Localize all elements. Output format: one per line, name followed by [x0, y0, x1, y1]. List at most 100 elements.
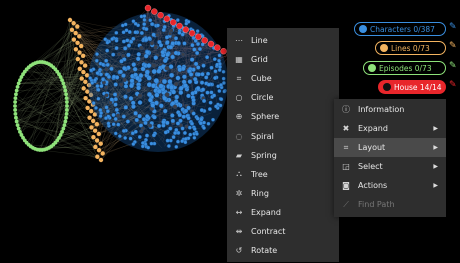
character-node: [187, 79, 193, 84]
house-node: [169, 19, 177, 26]
layout-item-tree[interactable]: ⛬ Tree: [227, 165, 339, 184]
character-node: [143, 53, 149, 59]
character-node: [148, 97, 153, 103]
layout-item-contract[interactable]: ⇹ Contract: [227, 222, 339, 241]
character-node: [200, 72, 205, 77]
character-node: [192, 76, 198, 82]
character-node: [95, 71, 100, 76]
edit-pen-icon[interactable]: ✎: [449, 80, 457, 90]
character-portrait-node: [180, 52, 186, 57]
tree-icon: ⛬: [236, 169, 242, 179]
context-item-information[interactable]: ⓘ Information: [334, 100, 446, 119]
character-node: [109, 66, 114, 71]
context-item-actions[interactable]: ◙ Actions ▶: [334, 176, 446, 195]
character-node: [113, 131, 118, 136]
character-node: [111, 52, 116, 57]
edit-pen-icon[interactable]: ✎: [449, 22, 457, 32]
character-node: [183, 140, 188, 145]
filter-pill-3[interactable]: House 14/14: [378, 80, 446, 94]
house-node: [195, 33, 202, 40]
character-node: [144, 114, 150, 119]
filter-pill-1[interactable]: Lines 0/73: [375, 41, 446, 55]
layout-item-grid[interactable]: ▦ Grid: [227, 50, 339, 69]
line-node: [82, 63, 88, 68]
context-item-select[interactable]: ◲ Select ▶: [334, 157, 446, 176]
layout-submenu: ⋯ Line ▦ Grid ⌗ Cube ○ Circle ⊕ Sphere ◌ Spiral ▰ Spr…: [227, 28, 339, 262]
character-node: [217, 89, 222, 93]
character-node: [136, 85, 141, 91]
character-node: [162, 58, 168, 64]
character-node: [133, 111, 138, 116]
character-node: [168, 44, 174, 50]
filter-pill-2[interactable]: Episodes 0/73: [363, 61, 446, 75]
character-node: [195, 116, 200, 121]
character-node: [127, 30, 132, 34]
character-node: [153, 78, 159, 84]
layout-item-circle[interactable]: ○ Circle: [227, 88, 339, 107]
character-node: [162, 24, 167, 29]
character-node: [126, 52, 131, 58]
line-node: [96, 131, 101, 137]
character-node: [135, 56, 141, 62]
episode-node: [64, 96, 69, 101]
character-node: [134, 117, 139, 123]
layout-icon: ⌗: [343, 142, 349, 152]
layout-item-spring[interactable]: ▰ Spring: [227, 146, 339, 165]
character-node: [142, 17, 147, 22]
legend-dot-icon: [359, 25, 367, 33]
filter-label: House 14/14: [394, 82, 442, 92]
character-node: [111, 113, 116, 118]
house-node: [214, 44, 221, 51]
character-node: [212, 57, 217, 62]
line-node: [75, 40, 80, 45]
character-portrait-node: [126, 88, 131, 93]
character-node: [156, 123, 162, 129]
layout-item-cube[interactable]: ⌗ Cube: [227, 69, 339, 88]
character-node: [213, 76, 218, 80]
character-node: [171, 135, 176, 140]
layout-item-ring[interactable]: ✲ Ring: [227, 184, 339, 203]
layout-item-sphere[interactable]: ⊕ Sphere: [227, 107, 339, 126]
edit-pen-icon[interactable]: ✎: [449, 61, 457, 71]
line-node: [75, 56, 81, 62]
line-node: [69, 27, 75, 32]
layout-item-label: Cube: [251, 74, 272, 84]
edge-line: [16, 29, 73, 122]
character-node: [104, 58, 109, 63]
context-item-layout[interactable]: ⌗ Layout ▶: [334, 138, 446, 157]
episode-node: [13, 96, 18, 101]
line-node: [80, 53, 86, 59]
character-node: [207, 107, 212, 112]
context-item-label: Layout: [358, 143, 386, 152]
character-node: [182, 130, 187, 135]
layout-item-spiral[interactable]: ◌ Spiral: [227, 127, 339, 146]
context-item-expand[interactable]: ✖ Expand ▶: [334, 119, 446, 138]
edit-pen-icon[interactable]: ✎: [449, 41, 457, 51]
episode-node: [14, 119, 19, 124]
layout-item-line[interactable]: ⋯ Line: [227, 31, 339, 50]
character-node: [195, 86, 201, 91]
character-node: [121, 129, 126, 133]
sphere-icon: ⊕: [235, 112, 243, 122]
episode-node: [14, 115, 18, 120]
filter-label: Characters 0/387: [370, 24, 435, 34]
episode-node: [60, 78, 64, 83]
character-node: [139, 30, 144, 36]
character-node: [106, 74, 112, 79]
episode-node: [14, 88, 19, 93]
character-node: [144, 69, 150, 75]
layout-item-expand[interactable]: ↔ Expand: [227, 203, 339, 222]
character-portrait-node: [104, 67, 109, 72]
layout-item-label: Sphere: [251, 112, 280, 122]
layout-item-rotate[interactable]: ↺ Rotate: [227, 241, 339, 260]
episode-node: [14, 92, 18, 97]
episode-node: [16, 126, 21, 131]
character-node: [193, 61, 199, 67]
character-portrait-node: [184, 124, 189, 129]
line-node: [81, 69, 86, 75]
info-icon: ⓘ: [342, 105, 350, 114]
character-node: [136, 52, 141, 57]
house-node: [182, 26, 190, 33]
filter-pill-0[interactable]: Characters 0/387: [354, 22, 446, 36]
character-node: [206, 82, 211, 87]
